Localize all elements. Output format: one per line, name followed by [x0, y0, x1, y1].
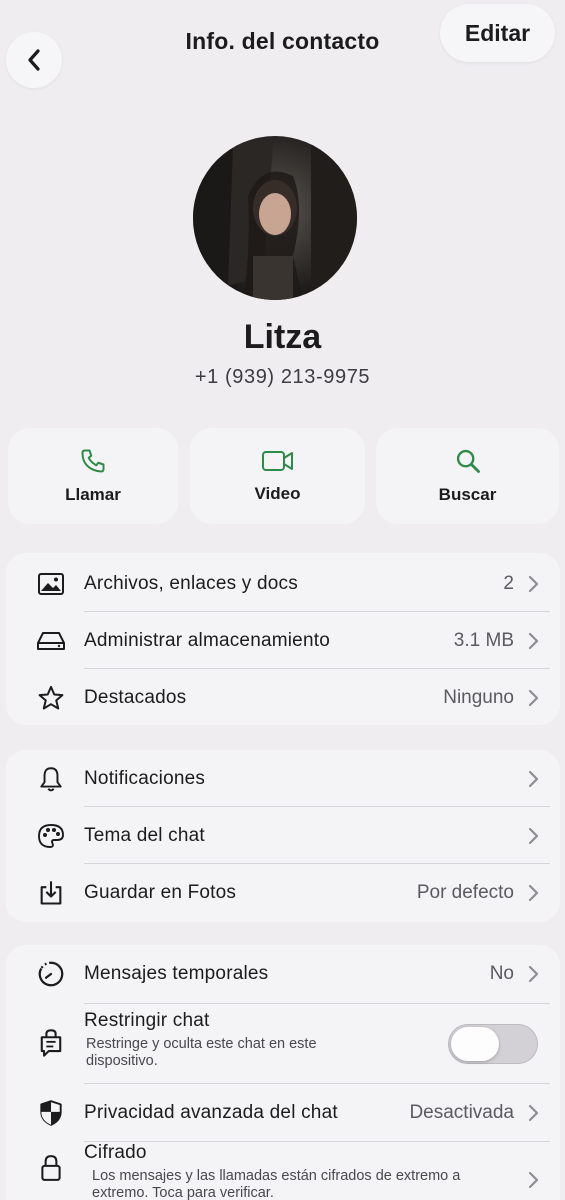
row-value: 2 — [503, 572, 514, 594]
edit-button[interactable]: Editar — [440, 4, 555, 62]
search-icon — [456, 449, 480, 473]
chevron-right-icon — [528, 575, 539, 592]
phone-icon — [81, 449, 105, 473]
row-label: Privacidad avanzada del chat — [84, 1101, 338, 1123]
row-label: Archivos, enlaces y docs — [84, 572, 298, 594]
row-label: Cifrado — [84, 1142, 147, 1163]
storage-drive-icon — [36, 626, 66, 656]
starred-row[interactable]: Destacados Ninguno — [6, 669, 560, 726]
row-label: Mensajes temporales — [84, 962, 269, 984]
toggle-knob — [451, 1027, 499, 1061]
restrict-chat-row: Restringir chat Restringe y oculta este … — [6, 1004, 560, 1082]
row-value: No — [489, 962, 514, 984]
row-label: Tema del chat — [84, 824, 205, 846]
restrict-chat-toggle[interactable] — [448, 1024, 538, 1064]
temporary-messages-row[interactable]: Mensajes temporales No — [6, 945, 560, 1002]
chevron-right-icon — [528, 965, 539, 982]
call-button[interactable]: Llamar — [8, 428, 178, 524]
bell-icon — [36, 764, 66, 794]
chevron-right-icon — [528, 1104, 539, 1121]
row-subtitle: Los mensajes y las llamadas están cifrad… — [92, 1168, 461, 1184]
row-value: Ninguno — [443, 686, 514, 708]
avatar[interactable] — [193, 136, 357, 300]
chat-settings-section: Notificaciones Tema del chat Guardar en … — [6, 750, 560, 922]
row-subtitle: dispositivo. — [86, 1053, 158, 1069]
chevron-right-icon — [528, 1171, 539, 1189]
row-value: Por defecto — [416, 881, 514, 903]
video-camera-icon — [261, 451, 293, 471]
shield-icon — [36, 1098, 66, 1128]
star-icon — [36, 683, 66, 713]
palette-icon — [36, 821, 66, 851]
contact-name: Litza — [243, 318, 322, 356]
row-label: Guardar en Fotos — [84, 881, 237, 903]
row-label: Notificaciones — [84, 767, 206, 789]
row-label: Restringir chat — [84, 1010, 210, 1031]
restrict-chat-icon — [36, 1028, 66, 1058]
lock-icon — [36, 1153, 66, 1183]
encryption-row[interactable]: Cifrado Los mensajes y las llamadas está… — [6, 1142, 560, 1200]
avatar-photo — [193, 136, 357, 300]
advanced-privacy-row[interactable]: Privacidad avanzada del chat Desactivada — [6, 1084, 560, 1141]
video-label: Video — [254, 484, 301, 503]
privacy-section: Mensajes temporales No Restringir chat R… — [6, 945, 560, 1200]
timer-icon — [36, 959, 66, 989]
image-icon — [36, 569, 66, 599]
contact-phone[interactable]: +1 (939) 213-9975 — [0, 366, 565, 389]
row-subtitle: extremo. Toca para verificar. — [92, 1185, 274, 1200]
row-label: Destacados — [84, 686, 187, 708]
manage-storage-row[interactable]: Administrar almacenamiento 3.1 MB — [6, 612, 560, 669]
call-label: Llamar — [65, 485, 121, 504]
save-download-icon — [36, 878, 66, 908]
save-to-photos-row[interactable]: Guardar en Fotos Por defecto — [6, 864, 560, 921]
chevron-right-icon — [528, 632, 539, 649]
row-value: Desactivada — [409, 1101, 514, 1123]
files-links-docs-row[interactable]: Archivos, enlaces y docs 2 — [6, 555, 560, 612]
notifications-row[interactable]: Notificaciones — [6, 750, 560, 807]
chat-theme-row[interactable]: Tema del chat — [6, 807, 560, 864]
row-subtitle: Restringe y oculta este chat en este — [86, 1036, 317, 1052]
media-section: Archivos, enlaces y docs 2 Administrar a… — [6, 553, 560, 725]
chevron-right-icon — [528, 770, 539, 787]
chevron-right-icon — [528, 689, 539, 706]
top-bar: Info. del contacto Editar — [0, 0, 565, 100]
row-label: Administrar almacenamiento — [84, 629, 330, 651]
row-value: 3.1 MB — [453, 629, 514, 651]
video-button[interactable]: Video — [190, 428, 365, 524]
search-label: Buscar — [438, 485, 497, 504]
chevron-right-icon — [528, 884, 539, 901]
search-button[interactable]: Buscar — [376, 428, 559, 524]
chevron-right-icon — [528, 827, 539, 844]
